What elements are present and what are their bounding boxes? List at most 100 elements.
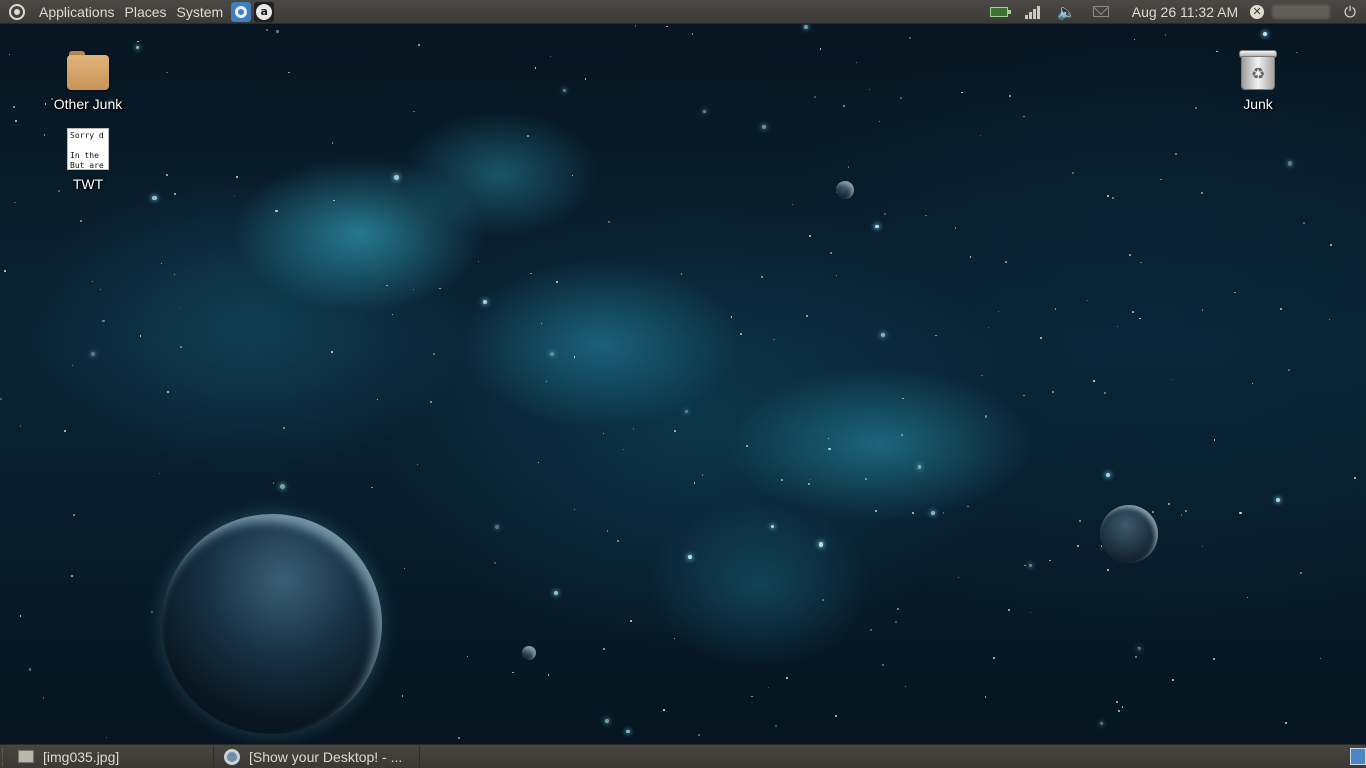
star [1100,721,1104,726]
star [634,24,637,27]
star [179,308,181,310]
desktop-icon-other-junk[interactable]: Other Junk [43,48,133,112]
star [954,227,957,229]
ubuntu-logo-icon[interactable] [9,3,25,20]
star [775,725,778,728]
star [1093,380,1095,382]
a-launcher-icon[interactable]: a [254,1,275,22]
system-tray: 🔈 Aug 26 11:32 AM ✕ ⏻ [982,0,1366,24]
star [1194,107,1197,109]
star [1275,498,1280,503]
star [806,315,808,317]
star [828,448,831,451]
star [102,320,105,323]
clock[interactable]: Aug 26 11:32 AM [1132,4,1238,20]
star [1212,657,1215,660]
star [740,333,742,335]
star [333,199,335,202]
star [807,483,810,485]
workspace-icon[interactable] [1350,748,1366,765]
star [1078,520,1081,523]
star [925,214,927,217]
star [1201,192,1203,194]
star [967,505,969,508]
network-signal-icon[interactable] [1022,2,1044,22]
menu-places[interactable]: Places [120,0,172,24]
star [1279,308,1282,310]
star [901,433,904,436]
star [1008,609,1011,612]
star [573,508,576,511]
star [663,709,665,711]
moon-image [1100,505,1158,563]
top-panel: Applications Places System a 🔈 Aug 26 11… [0,0,1366,24]
star [1184,509,1188,512]
star [14,201,16,204]
star [1288,161,1293,166]
chromium-launcher-icon[interactable] [231,1,252,22]
volume-icon[interactable]: 🔈 [1056,2,1078,22]
star [417,44,420,47]
image-viewer-icon [18,750,34,763]
star [458,737,461,740]
star [1024,564,1026,567]
desktop-icon-label: Junk [1243,96,1273,112]
me-menu-icon[interactable]: ✕ [1250,4,1265,19]
star [1076,544,1079,547]
taskbar-button-label: [Show your Desktop! - ... [249,748,403,765]
user-name-blurred[interactable] [1272,4,1331,19]
star [855,61,858,64]
star [730,316,732,318]
star [413,288,415,290]
star [99,288,102,290]
star [1112,197,1115,200]
moon-image [522,646,536,660]
star [1117,709,1120,712]
star [1134,655,1137,658]
star [137,40,139,43]
planet-image [162,514,382,734]
star [1134,38,1136,40]
star [985,415,988,418]
desktop-icon-junk[interactable]: ♻ Junk [1213,48,1303,112]
star [1329,244,1332,247]
star [930,510,936,516]
star [697,733,700,736]
taskbar-button-chromium[interactable]: [Show your Desktop! - ... [214,745,420,768]
star [772,338,775,341]
star [911,512,914,515]
battery-icon[interactable] [988,2,1011,22]
star [1107,568,1110,571]
star [151,610,154,613]
star [173,273,175,275]
star [553,591,559,596]
star [135,45,139,49]
star [1128,254,1131,256]
star [152,195,157,201]
star [957,576,960,578]
star [275,209,278,212]
star [1104,392,1106,394]
star [1201,545,1203,548]
desktop-icon-twt[interactable]: Sorry d In the But are TWT [43,128,133,192]
star [527,135,529,137]
star [42,697,45,700]
star [73,513,76,516]
star [483,299,488,304]
star [1105,473,1110,478]
star [874,509,877,512]
star [1023,115,1025,118]
star [477,260,480,263]
power-icon[interactable]: ⏻ [1344,3,1356,21]
menu-applications[interactable]: Applications [34,0,120,24]
star [550,56,552,58]
star [770,524,775,529]
star [547,674,550,676]
star [371,486,373,488]
star [981,374,983,376]
taskbar-button-image-viewer[interactable]: [img035.jpg] [8,745,214,768]
menu-system[interactable]: System [172,0,229,24]
star [702,474,704,476]
mail-icon[interactable] [1090,2,1112,22]
star [606,530,609,532]
